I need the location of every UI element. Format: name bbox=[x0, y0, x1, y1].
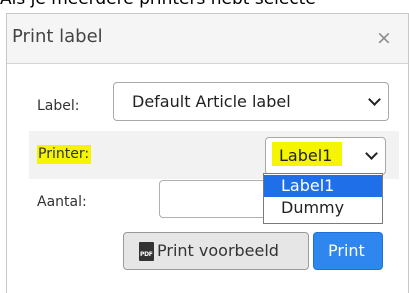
print-label-dialog: Print label × Label: Default Article lab… bbox=[6, 13, 409, 293]
printer-option-label1[interactable]: Label1 bbox=[264, 175, 382, 197]
pdf-file-icon: PDF bbox=[139, 242, 154, 261]
printer-row: Printer: Label1 bbox=[29, 131, 399, 179]
print-preview-label: Print voorbeeld bbox=[157, 241, 279, 260]
print-preview-button[interactable]: PDF Print voorbeeld bbox=[123, 232, 309, 270]
printer-select[interactable]: Label1 bbox=[265, 137, 386, 175]
close-icon[interactable]: × bbox=[376, 27, 392, 49]
amount-field-label: Aantal: bbox=[37, 194, 87, 210]
amount-input[interactable] bbox=[159, 180, 271, 218]
label-select[interactable]: Default Article label bbox=[113, 82, 389, 121]
dialog-title: Print label bbox=[12, 26, 103, 47]
print-button[interactable]: Print bbox=[313, 232, 383, 270]
printer-dropdown-list: Label1 Dummy bbox=[263, 173, 383, 224]
caption-text: Als je meerdere printers hebt selecte bbox=[0, 0, 316, 9]
printer-select-value: Label1 bbox=[279, 146, 333, 165]
printer-option-dummy[interactable]: Dummy bbox=[264, 197, 382, 219]
printer-field-label: Printer: bbox=[37, 145, 92, 164]
dialog-header: Print label × bbox=[7, 13, 408, 64]
chevron-down-icon bbox=[365, 147, 378, 160]
label-field-label: Label: bbox=[37, 98, 80, 114]
chevron-down-icon bbox=[368, 93, 381, 106]
print-button-label: Print bbox=[328, 241, 365, 260]
label-select-value: Default Article label bbox=[132, 92, 291, 111]
